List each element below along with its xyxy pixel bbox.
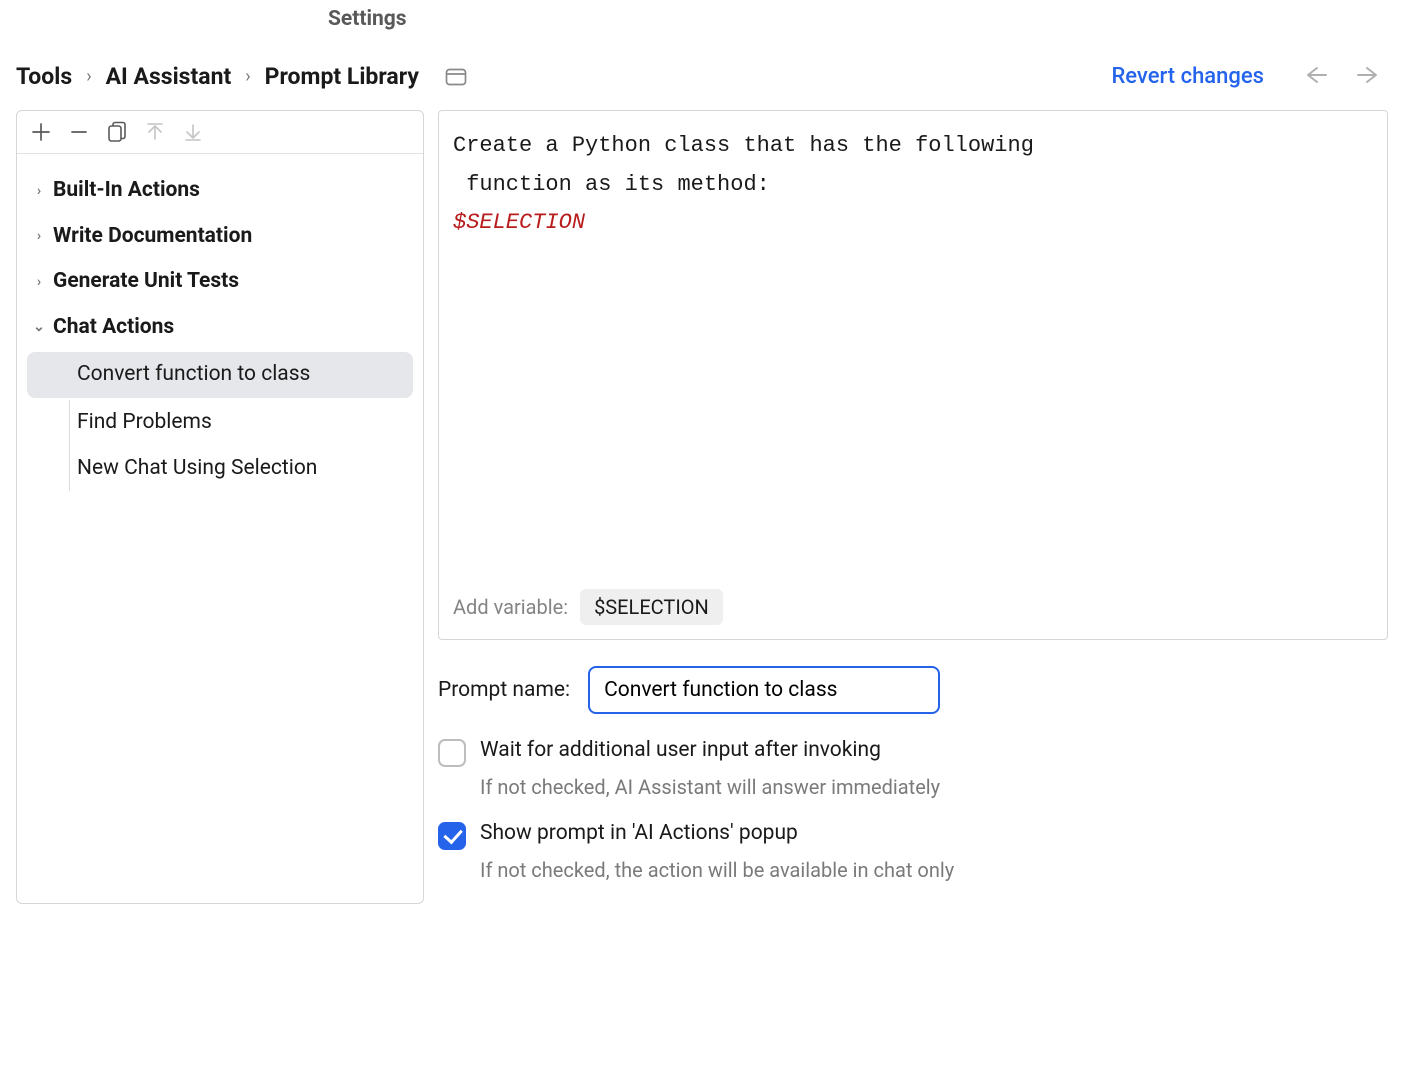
editor-line: function as its method:	[453, 172, 770, 197]
wait-input-label[interactable]: Wait for additional user input after inv…	[480, 738, 881, 762]
prompt-text[interactable]: Create a Python class that has the follo…	[439, 111, 1387, 575]
prompt-form: Prompt name: Wait for additional user in…	[438, 640, 1388, 904]
chevron-down-icon: ⌄	[31, 316, 47, 338]
tree-item-label: New Chat Using Selection	[77, 452, 317, 486]
tree-item-find-problems[interactable]: Find Problems	[17, 400, 423, 446]
tree-guide	[69, 446, 70, 492]
tree-item-label: Chat Actions	[53, 311, 174, 345]
variable-token: $SELECTION	[453, 210, 585, 235]
breadcrumb: Tools › AI Assistant › Prompt Library	[16, 63, 1099, 90]
add-variable-label: Add variable:	[453, 595, 568, 619]
tree-guide	[69, 400, 70, 446]
tree-item-write-documentation[interactable]: › Write Documentation	[17, 214, 423, 260]
wait-input-description: If not checked, AI Assistant will answer…	[480, 775, 1388, 799]
show-popup-description: If not checked, the action will be avail…	[480, 858, 1388, 882]
chevron-right-icon: ›	[245, 66, 250, 87]
chevron-right-icon: ›	[86, 66, 91, 87]
back-arrow-icon[interactable]	[1296, 65, 1336, 89]
tree-item-label: Generate Unit Tests	[53, 265, 239, 299]
forward-arrow-icon[interactable]	[1348, 65, 1388, 89]
move-down-icon	[183, 122, 203, 142]
tree-item-chat-actions[interactable]: ⌄ Chat Actions	[17, 305, 423, 351]
wait-input-checkbox[interactable]	[438, 739, 466, 767]
tree-item-label: Write Documentation	[53, 220, 252, 254]
crumb-ai-assistant[interactable]: AI Assistant	[106, 63, 232, 90]
chevron-right-icon: ›	[31, 271, 47, 293]
chevron-right-icon: ›	[31, 180, 47, 202]
sidebar: › Built-In Actions › Write Documentation…	[16, 110, 424, 904]
prompt-name-input[interactable]	[588, 666, 940, 714]
wait-input-row: Wait for additional user input after inv…	[438, 738, 1388, 767]
open-in-window-icon[interactable]	[445, 68, 467, 86]
move-up-icon	[145, 122, 165, 142]
chevron-right-icon: ›	[31, 225, 47, 247]
editor-line: Create a Python class that has the follo…	[453, 133, 1034, 158]
show-popup-row: Show prompt in 'AI Actions' popup	[438, 821, 1388, 850]
tree-item-label: Find Problems	[77, 406, 212, 440]
main-panel: Create a Python class that has the follo…	[438, 110, 1388, 904]
show-popup-label[interactable]: Show prompt in 'AI Actions' popup	[480, 821, 798, 845]
crumb-prompt-library[interactable]: Prompt Library	[265, 63, 419, 90]
tree-item-new-chat-selection[interactable]: New Chat Using Selection	[17, 446, 423, 492]
prompt-name-row: Prompt name:	[438, 666, 1388, 714]
sidebar-toolbar	[17, 111, 423, 154]
editor-footer: Add variable: $SELECTION	[439, 575, 1387, 639]
variable-chip-selection[interactable]: $SELECTION	[580, 589, 723, 625]
tree-item-convert-function[interactable]: Convert function to class	[27, 352, 413, 398]
settings-title: Settings	[328, 7, 1404, 31]
copy-icon[interactable]	[107, 121, 127, 143]
prompt-name-label: Prompt name:	[438, 678, 570, 702]
prompt-tree: › Built-In Actions › Write Documentation…	[17, 154, 423, 505]
prompt-editor[interactable]: Create a Python class that has the follo…	[438, 110, 1388, 640]
topbar: Tools › AI Assistant › Prompt Library Re…	[0, 43, 1404, 110]
show-popup-checkbox[interactable]	[438, 822, 466, 850]
revert-changes-link[interactable]: Revert changes	[1111, 64, 1264, 89]
minus-icon[interactable]	[69, 122, 89, 142]
tree-item-label: Built-In Actions	[53, 174, 200, 208]
crumb-tools[interactable]: Tools	[16, 63, 72, 90]
tree-item-generate-unit-tests[interactable]: › Generate Unit Tests	[17, 259, 423, 305]
tree-item-builtin-actions[interactable]: › Built-In Actions	[17, 168, 423, 214]
content: › Built-In Actions › Write Documentation…	[0, 110, 1404, 904]
tree-item-label: Convert function to class	[77, 358, 310, 392]
plus-icon[interactable]	[31, 122, 51, 142]
